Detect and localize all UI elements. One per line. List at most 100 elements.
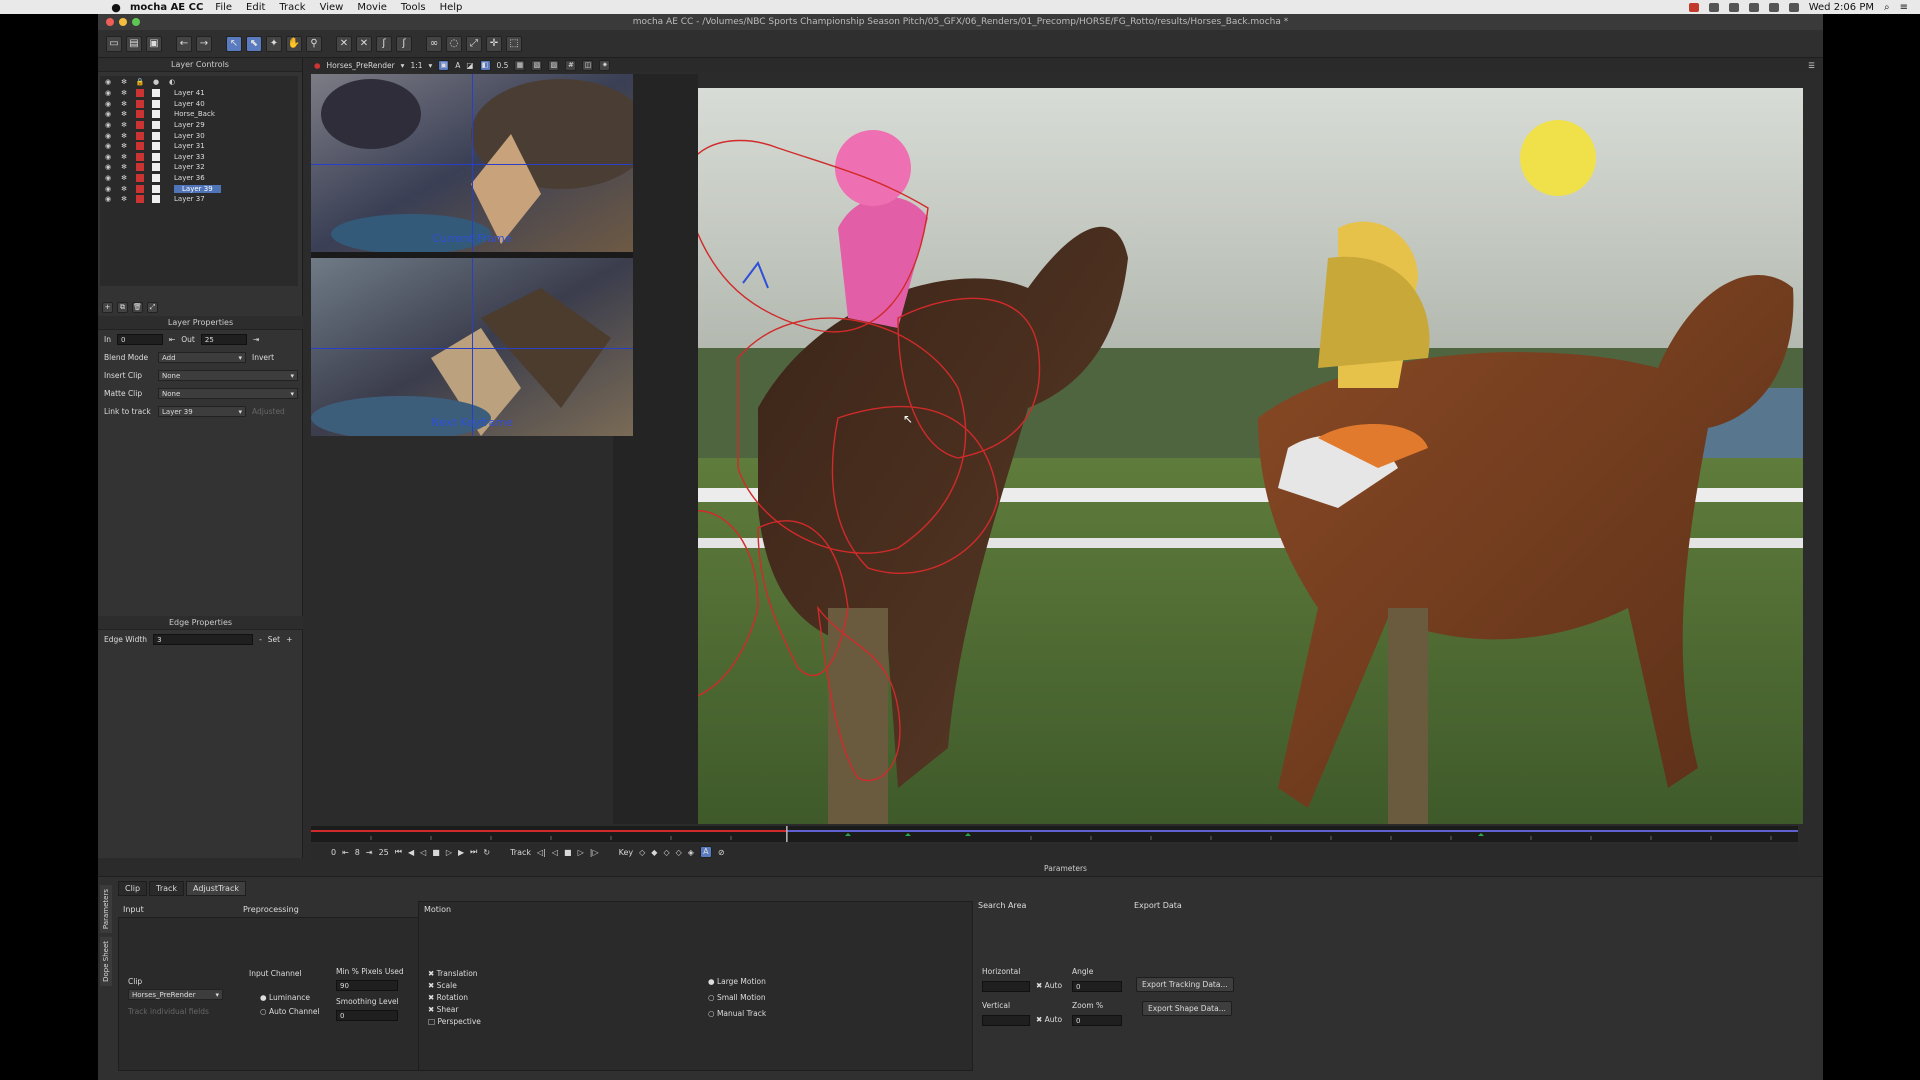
- matte-icon[interactable]: ◐: [164, 78, 180, 86]
- apple-icon[interactable]: ●: [106, 1, 126, 14]
- lasso-icon[interactable]: ◌: [446, 35, 462, 52]
- decrement-icon[interactable]: -: [259, 635, 262, 644]
- add-key-icon[interactable]: ◆: [651, 848, 657, 857]
- gear-icon[interactable]: ✻: [116, 185, 132, 193]
- surface-icon[interactable]: ⬚: [506, 35, 522, 52]
- visibility-icon[interactable]: ◉: [100, 174, 116, 182]
- viewer-zoom-dropdown[interactable]: 1:1: [410, 61, 422, 70]
- luminance-radio[interactable]: ● Luminance: [260, 993, 310, 1002]
- trace-icon[interactable]: ✷: [599, 59, 611, 71]
- matte-swatch[interactable]: [152, 110, 160, 119]
- keyframe-markers[interactable]: [845, 833, 1484, 836]
- hand-tool-icon[interactable]: ✋: [286, 35, 302, 52]
- clip-dropdown[interactable]: Horses_PreRender ▾: [128, 989, 223, 1000]
- menu-movie[interactable]: Movie: [357, 2, 387, 13]
- out-frame-value[interactable]: 25: [379, 848, 389, 857]
- trash-icon[interactable]: 🗑: [132, 302, 143, 313]
- layer-row[interactable]: ◉ ✻ Layer 37: [100, 194, 298, 205]
- overlay-icon[interactable]: ▣: [438, 59, 450, 71]
- layer-row[interactable]: ◉ ✻ Layer 31: [100, 141, 298, 152]
- add-point-icon[interactable]: ✦: [266, 35, 282, 52]
- opacity-value[interactable]: 0.5: [497, 61, 509, 70]
- redo-icon[interactable]: →: [196, 35, 212, 52]
- go-start-icon[interactable]: ⏮: [395, 847, 402, 857]
- set-out-point-icon[interactable]: ⇥: [366, 848, 373, 857]
- tray-icon[interactable]: [1768, 2, 1779, 12]
- track-individual-fields-checkbox[interactable]: Track individual fields: [128, 1007, 209, 1016]
- layer-name[interactable]: Layer 40: [174, 100, 205, 108]
- tray-icon[interactable]: [1728, 2, 1739, 12]
- matte-view-icon[interactable]: ◧: [479, 59, 491, 71]
- layer-row[interactable]: ◉ ✻ Horse_Back: [100, 109, 298, 120]
- edge-width-field[interactable]: 3: [153, 634, 254, 645]
- menu-view[interactable]: View: [320, 2, 344, 13]
- auto-channel-radio[interactable]: ○ Auto Channel: [260, 1007, 320, 1016]
- keyframe-mode-icon[interactable]: ◈: [688, 848, 694, 857]
- gear-icon[interactable]: ✻: [116, 153, 132, 161]
- record-icon[interactable]: [1688, 2, 1699, 12]
- menu-help[interactable]: Help: [440, 2, 463, 13]
- xspline-tool-icon[interactable]: ✕: [336, 35, 352, 52]
- go-end-icon[interactable]: ⏭: [470, 847, 477, 857]
- tab-track[interactable]: Track: [149, 881, 185, 896]
- layer-color-swatch[interactable]: [136, 163, 144, 172]
- layer-color-swatch[interactable]: [136, 131, 144, 140]
- viewer-canvas[interactable]: ↖: [698, 88, 1803, 824]
- grid-icon[interactable]: #: [565, 59, 577, 71]
- track-stop-icon[interactable]: ■: [564, 848, 572, 857]
- link-icon[interactable]: ∞: [426, 35, 442, 52]
- visibility-icon[interactable]: ◉: [100, 132, 116, 140]
- matte-swatch[interactable]: [152, 89, 160, 98]
- layer-color-swatch[interactable]: [136, 184, 144, 193]
- alpha-icon[interactable]: A: [455, 61, 460, 70]
- layer-row[interactable]: ◉ ✻ Layer 41: [100, 88, 298, 99]
- gear-icon[interactable]: ✻: [116, 142, 132, 150]
- visibility-icon[interactable]: ◉: [100, 121, 116, 129]
- adjusted-checkbox[interactable]: Adjusted: [252, 407, 285, 416]
- minimize-window-button[interactable]: [119, 18, 127, 26]
- tab-adjusttrack[interactable]: AdjustTrack: [186, 881, 246, 896]
- new-project-icon[interactable]: ▭: [106, 35, 122, 52]
- layer-color-swatch[interactable]: [136, 195, 144, 204]
- view-mode-icon[interactable]: ▦: [514, 59, 526, 71]
- undo-icon[interactable]: ←: [176, 35, 192, 52]
- matte-swatch[interactable]: [152, 142, 160, 151]
- add-layer-icon[interactable]: +: [102, 302, 113, 313]
- side-tab-parameters[interactable]: Parameters: [100, 885, 112, 934]
- matte-swatch[interactable]: [152, 174, 160, 183]
- set-in-icon[interactable]: ⇤: [169, 335, 175, 344]
- matte-swatch[interactable]: [152, 99, 160, 108]
- menu-file[interactable]: File: [215, 2, 232, 13]
- layer-row[interactable]: ◉ ✻ Layer 29: [100, 120, 298, 131]
- layer-row[interactable]: ◉ ✻ Layer 39: [100, 183, 298, 194]
- set-out-icon[interactable]: ⇥: [253, 335, 259, 344]
- link-to-track-dropdown[interactable]: Layer 39 ▾: [158, 406, 246, 417]
- panel-menu-icon[interactable]: ☰: [1808, 61, 1815, 70]
- in-point-field[interactable]: 0: [116, 334, 163, 345]
- step-forward-icon[interactable]: ▶: [458, 848, 464, 857]
- track-forward-frame-icon[interactable]: ▷: [578, 848, 584, 857]
- open-project-icon[interactable]: ▤: [126, 35, 142, 52]
- add-bezier-icon[interactable]: ʃ: [396, 35, 412, 52]
- delete-key-icon[interactable]: ◇: [663, 848, 669, 857]
- track-forward-icon[interactable]: |▷: [590, 848, 599, 857]
- visibility-icon[interactable]: ◉: [100, 110, 116, 118]
- autokey-icon[interactable]: A: [699, 846, 712, 858]
- vertical-auto-checkbox[interactable]: ✖ Auto: [1036, 1015, 1062, 1024]
- add-xspline-icon[interactable]: ✕: [356, 35, 372, 52]
- layer-name[interactable]: Layer 31: [174, 142, 205, 150]
- gear-icon[interactable]: ✻: [116, 132, 132, 140]
- visibility-icon[interactable]: ◉: [100, 78, 116, 86]
- gear-icon[interactable]: ✻: [116, 163, 132, 171]
- viewer-clip-dropdown[interactable]: Horses_PreRender: [327, 61, 395, 70]
- visibility-icon[interactable]: ◉: [100, 153, 116, 161]
- increment-icon[interactable]: +: [286, 635, 292, 644]
- layer-name[interactable]: Layer 33: [174, 153, 205, 161]
- visibility-icon[interactable]: ◉: [100, 89, 116, 97]
- chevron-down-icon[interactable]: ▾: [429, 61, 433, 70]
- visibility-icon[interactable]: ◉: [100, 185, 116, 193]
- prev-key-icon[interactable]: ◇: [639, 848, 645, 857]
- view-mode-icon[interactable]: ▨: [548, 59, 560, 71]
- motion-checkbox[interactable]: ✖ Translation: [428, 969, 478, 978]
- matte-swatch[interactable]: [152, 195, 160, 204]
